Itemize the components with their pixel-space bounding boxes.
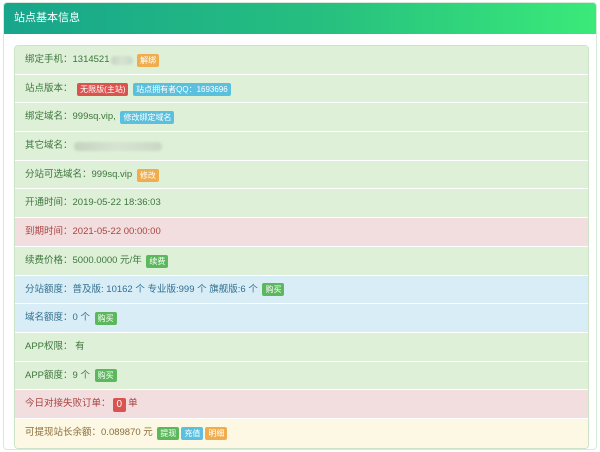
panel-title: 站点基本信息 — [4, 3, 596, 34]
open-time-label: 开通时间： — [25, 197, 73, 209]
row-renew-price: 续费价格：5000.0000 元/年 续费 — [15, 246, 588, 276]
row-site-version: 站点版本： 无限版(主站) 站点拥有者QQ：1693696 — [15, 74, 588, 104]
app-permission-label: APP权限： — [25, 340, 73, 352]
domain-quota-label: 域名额度： — [25, 312, 73, 324]
sub-domain-label: 分站可选域名： — [25, 168, 92, 180]
withdraw-button[interactable]: 提现 — [157, 426, 180, 440]
site-edition-badge: 无限版(主站) — [77, 82, 129, 96]
buy-substation-quota-button[interactable]: 购买 — [262, 283, 285, 297]
row-app-quota: APP额度：9 个 购买 — [15, 361, 588, 391]
failed-orders-unit: 单 — [128, 398, 138, 410]
info-list: 绑定手机：1314521 解绑 站点版本： 无限版(主站) 站点拥有者QQ：16… — [14, 45, 589, 449]
sub-domain-value: 999sq.vip — [91, 168, 133, 180]
row-bound-phone: 绑定手机：1314521 解绑 — [15, 46, 588, 75]
row-sub-domain: 分站可选域名：999sq.vip 修改 — [15, 160, 588, 190]
blurred-other-domain — [73, 141, 162, 151]
renew-button[interactable]: 续费 — [146, 254, 169, 268]
app-quota-value: 9 个 — [72, 369, 90, 381]
recharge-button[interactable]: 充值 — [181, 426, 204, 440]
row-substation-quota: 分站额度：普及版: 10162 个 专业版:999 个 旗舰版:6 个 购买 — [15, 275, 588, 305]
site-info-panel: 站点基本信息 绑定手机：1314521 解绑 站点版本： 无限版(主站) 站点拥… — [3, 2, 597, 450]
expire-time-value: 2021-05-22 00:00:00 — [72, 226, 161, 238]
blurred-phone-digits — [110, 55, 133, 65]
other-domain-label: 其它域名： — [25, 140, 73, 152]
row-expire-time: 到期时间：2021-05-22 00:00:00 — [15, 218, 588, 247]
balance-value: 0.089870 元 — [101, 426, 153, 438]
site-version-label: 站点版本： — [25, 82, 73, 94]
row-bound-domain: 绑定域名：999sq.vip, 修改绑定域名 — [15, 103, 588, 133]
row-withdrawable-balance: 可提现站长余额：0.089870 元 提现 充值 明细 — [15, 418, 588, 448]
renew-price-label: 续费价格： — [25, 254, 73, 266]
modify-bound-domain-button[interactable]: 修改绑定域名 — [120, 111, 175, 125]
bound-domain-label: 绑定域名： — [25, 111, 73, 123]
buy-app-quota-button[interactable]: 购买 — [94, 369, 117, 383]
bound-phone-label: 绑定手机： — [25, 54, 73, 65]
row-failed-orders: 今日对接失败订单： 0 单 — [15, 390, 588, 419]
app-permission-value: 有 — [75, 340, 85, 352]
row-app-permission: APP权限： 有 — [15, 332, 588, 362]
row-open-time: 开通时间：2019-05-22 18:36:03 — [15, 189, 588, 219]
substation-quota-value: 普及版: 10162 个 专业版:999 个 旗舰版:6 个 — [72, 283, 258, 295]
unbind-phone-button[interactable]: 解绑 — [137, 53, 160, 67]
owner-qq-badge: 站点拥有者QQ：1693696 — [133, 82, 231, 96]
modify-sub-domain-button[interactable]: 修改 — [136, 168, 159, 182]
failed-orders-count-badge: 0 — [112, 397, 127, 412]
domain-quota-value: 0 个 — [72, 312, 90, 324]
buy-domain-quota-button[interactable]: 购买 — [94, 312, 117, 326]
balance-label: 可提现站长余额： — [25, 426, 102, 438]
renew-price-value: 5000.0000 元/年 — [72, 254, 142, 266]
bound-phone-value: 1314521 — [72, 54, 110, 65]
row-domain-quota: 域名额度：0 个 购买 — [15, 304, 588, 333]
expire-time-label: 到期时间： — [25, 226, 73, 238]
substation-quota-label: 分站额度： — [25, 283, 73, 295]
balance-detail-button[interactable]: 明细 — [205, 426, 228, 440]
row-other-domain: 其它域名： — [15, 132, 588, 161]
failed-orders-label: 今日对接失败订单： — [25, 398, 111, 410]
open-time-value: 2019-05-22 18:36:03 — [72, 197, 161, 209]
app-quota-label: APP额度： — [25, 369, 73, 381]
bound-domain-value: 999sq.vip, — [72, 111, 116, 123]
